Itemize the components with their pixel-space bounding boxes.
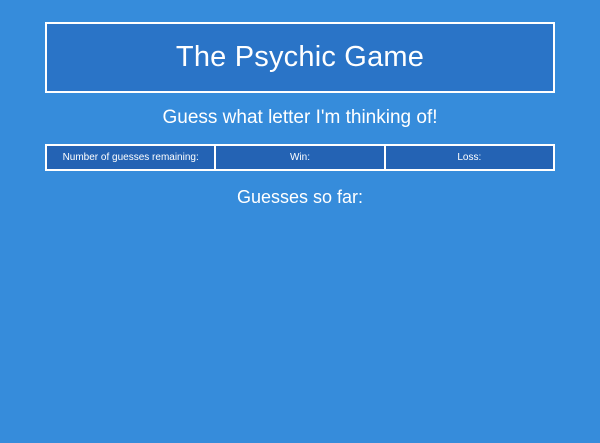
guesses-remaining-cell: Number of guesses remaining: (47, 146, 217, 169)
guesses-heading: Guesses so far: (236, 187, 364, 207)
losses-label: Loss: (457, 152, 482, 163)
stats-bar: Number of guesses remaining: Win: Loss: (45, 144, 555, 171)
title-banner: The Psychic Game (45, 22, 555, 93)
page-title: The Psychic Game (175, 41, 425, 73)
guesses-remaining-label: Number of guesses remaining: (62, 152, 199, 163)
wins-cell: Win: (216, 146, 386, 169)
game-prompt: Guess what letter I'm thinking of! (162, 107, 438, 128)
wins-label: Win: (289, 152, 310, 163)
losses-cell: Loss: (386, 146, 553, 169)
